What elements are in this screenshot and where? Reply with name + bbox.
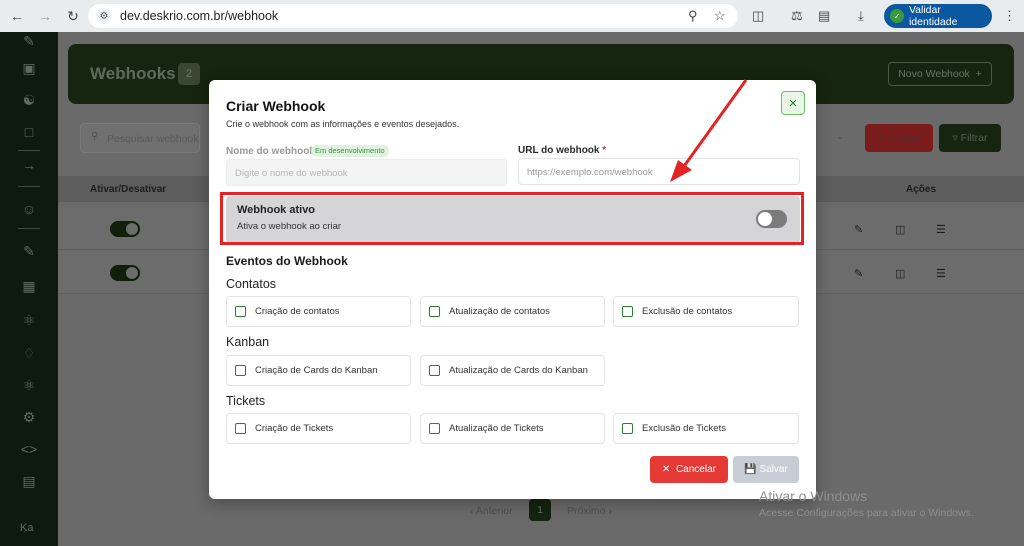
windows-watermark-subtitle: Acesse Configurações para ativar o Windo… [759, 507, 974, 519]
annotation-arrow [670, 79, 748, 182]
windows-watermark-title: Ativar o Windows [759, 488, 868, 504]
